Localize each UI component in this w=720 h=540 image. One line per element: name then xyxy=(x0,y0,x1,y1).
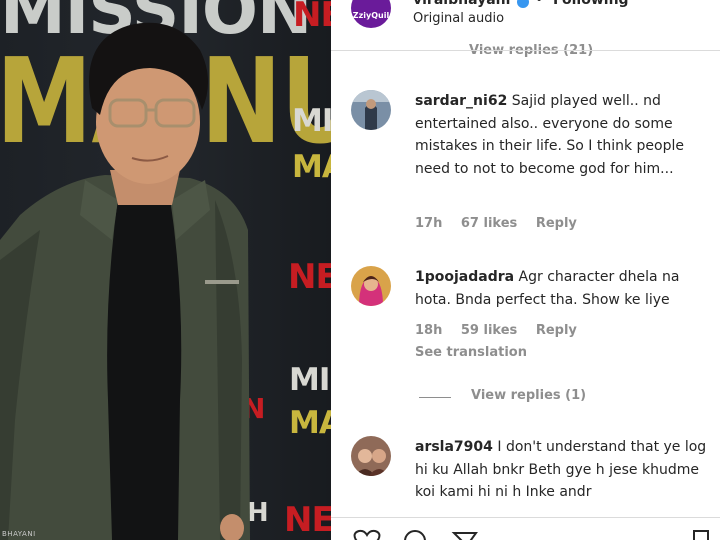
account-avatar[interactable]: ZziyQuil xyxy=(351,0,391,28)
comment-username[interactable]: 1poojadadra xyxy=(415,269,514,285)
view-replies-link[interactable]: View replies (1) xyxy=(471,388,586,403)
commenter-avatar[interactable] xyxy=(351,90,391,130)
original-audio-link[interactable]: Original audio xyxy=(413,11,504,26)
commenter-avatar[interactable] xyxy=(351,266,391,306)
account-username[interactable]: viralbhayani xyxy=(413,0,510,8)
comment-meta: 17h 67 likes Reply xyxy=(415,216,591,231)
comment-time: 17h xyxy=(415,216,443,231)
reply-button[interactable]: Reply xyxy=(536,216,577,231)
comment-body: sardar_ni62 Sajid played well.. nd enter… xyxy=(415,90,711,180)
comments-panel: ZziyQuil viralbhayani • Following Origin… xyxy=(331,0,720,540)
person-figure xyxy=(0,22,250,540)
avatar-label: ZziyQuil xyxy=(352,10,390,20)
comment-icon[interactable] xyxy=(401,529,429,540)
see-translation-link[interactable]: See translation xyxy=(415,345,527,360)
reply-button[interactable]: Reply xyxy=(536,323,577,338)
view-replies-line xyxy=(419,397,451,398)
comment-likes[interactable]: 67 likes xyxy=(461,216,517,231)
comment-meta: 18h 59 likes Reply xyxy=(415,323,591,338)
actions-divider xyxy=(331,517,720,518)
header-divider xyxy=(331,50,720,51)
verified-badge-icon xyxy=(517,0,529,8)
commenter-avatar[interactable] xyxy=(351,436,391,476)
comment-likes[interactable]: 59 likes xyxy=(461,323,517,338)
share-icon[interactable] xyxy=(451,529,479,540)
comment-time: 18h xyxy=(415,323,443,338)
watermark-text: BHAYANI xyxy=(2,530,36,538)
comment-username[interactable]: arsla7904 xyxy=(415,439,493,455)
comment-username[interactable]: sardar_ni62 xyxy=(415,93,507,109)
comment-body: 1poojadadra Agr character dhela na hota.… xyxy=(415,266,711,311)
bookmark-icon[interactable] xyxy=(689,529,713,540)
header-separator: • xyxy=(535,0,544,8)
following-button[interactable]: Following xyxy=(553,0,629,8)
heart-icon[interactable] xyxy=(353,529,381,540)
post-image[interactable]: MISSION MAJNU NETF MISS MAJ NETF MISS MA… xyxy=(0,0,331,540)
comment-body: arsla7904 I don't understand that ye log… xyxy=(415,436,711,504)
